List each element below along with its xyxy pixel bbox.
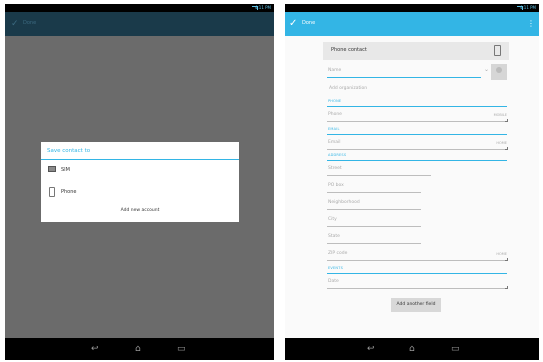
option-phone-label: Phone bbox=[61, 189, 77, 195]
status-time: 4:11 PM bbox=[519, 5, 536, 10]
status-bar: 4:11 PM bbox=[285, 4, 539, 12]
save-contact-dialog: Save contact to SIM Phone Add new accoun… bbox=[41, 142, 239, 222]
action-bar: ✓ Done bbox=[5, 12, 274, 36]
section-email: EMAIL bbox=[327, 127, 507, 135]
add-organization-link[interactable]: Add organization bbox=[329, 86, 367, 91]
dialog-title: Save contact to bbox=[47, 148, 91, 154]
name-field[interactable]: Name ⌄ bbox=[327, 66, 489, 78]
events-placeholder: Date bbox=[328, 279, 339, 284]
dropdown-corner-icon bbox=[505, 119, 508, 122]
done-label[interactable]: Done bbox=[302, 20, 315, 26]
name-placeholder: Name bbox=[328, 68, 342, 73]
email-placeholder: Email bbox=[328, 140, 341, 145]
account-selector[interactable]: Phone contact bbox=[323, 42, 509, 60]
section-address: ADDRESS bbox=[327, 153, 507, 161]
option-sim-label: SIM bbox=[61, 167, 70, 173]
street-field[interactable]: Street bbox=[327, 164, 431, 176]
dialog-divider bbox=[41, 159, 239, 160]
contact-photo-icon[interactable] bbox=[491, 64, 507, 80]
phone-type-select[interactable]: MOBILE bbox=[494, 113, 507, 117]
section-events-label: EVENTS bbox=[328, 266, 343, 270]
email-type-select[interactable]: HOME bbox=[496, 141, 507, 145]
action-bar: ✓ Done ⋮ bbox=[285, 12, 539, 36]
expand-icon[interactable]: ⌄ bbox=[484, 66, 489, 73]
home-icon[interactable]: ⌂ bbox=[409, 344, 415, 354]
status-time: 4:11 PM bbox=[254, 5, 271, 10]
recent-apps-icon[interactable]: ▭ bbox=[451, 344, 460, 354]
city-placeholder: City bbox=[328, 217, 337, 222]
email-field[interactable]: Email HOME bbox=[327, 138, 508, 150]
section-address-label: ADDRESS bbox=[328, 153, 347, 157]
overflow-menu-icon[interactable]: ⋮ bbox=[527, 19, 535, 28]
address-type-select[interactable]: HOME bbox=[496, 252, 507, 256]
street-placeholder: Street bbox=[328, 166, 342, 171]
section-events: EVENTS bbox=[327, 266, 507, 274]
section-email-label: EMAIL bbox=[328, 127, 340, 131]
zip-code-placeholder: ZIP code bbox=[328, 251, 348, 256]
add-another-field-button[interactable]: Add another field bbox=[391, 298, 441, 312]
state-placeholder: State bbox=[328, 234, 340, 239]
add-new-account-button[interactable]: Add new account bbox=[41, 208, 239, 213]
po-box-placeholder: PO box bbox=[328, 183, 344, 188]
right-tablet-screen: 4:11 PM ✓ Done ⋮ Phone contact Name ⌄ Ad… bbox=[285, 4, 539, 360]
status-bar: 4:11 PM bbox=[5, 4, 274, 12]
sim-card-icon bbox=[48, 166, 56, 172]
done-check-icon[interactable]: ✓ bbox=[289, 18, 297, 29]
recent-apps-icon[interactable]: ▭ bbox=[177, 344, 186, 354]
option-sim[interactable]: SIM bbox=[41, 162, 239, 180]
section-phone: PHONE bbox=[327, 99, 507, 107]
done-label[interactable]: Done bbox=[23, 20, 36, 26]
neighborhood-field[interactable]: Neighborhood bbox=[327, 198, 421, 210]
done-check-icon[interactable]: ✓ bbox=[11, 19, 19, 29]
option-phone[interactable]: Phone bbox=[41, 184, 239, 202]
phone-icon bbox=[49, 187, 55, 197]
back-icon[interactable]: ↩ bbox=[367, 344, 375, 354]
back-icon[interactable]: ↩ bbox=[91, 344, 99, 354]
left-tablet-screen: 4:11 PM ✓ Done Save contact to SIM Phone… bbox=[5, 4, 274, 360]
add-another-field-label: Add another field bbox=[396, 302, 436, 307]
navigation-bar: ↩ ⌂ ▭ bbox=[5, 338, 274, 360]
phone-icon bbox=[494, 45, 501, 56]
events-field[interactable]: Date bbox=[327, 277, 508, 289]
city-field[interactable]: City bbox=[327, 215, 421, 227]
account-label: Phone contact bbox=[331, 47, 367, 53]
home-icon[interactable]: ⌂ bbox=[135, 344, 141, 354]
dropdown-corner-icon bbox=[505, 147, 508, 150]
navigation-bar: ↩ ⌂ ▭ bbox=[285, 338, 539, 360]
state-field[interactable]: State bbox=[327, 232, 421, 244]
phone-field[interactable]: Phone MOBILE bbox=[327, 110, 508, 122]
phone-placeholder: Phone bbox=[328, 112, 342, 117]
zip-code-field[interactable]: ZIP code HOME bbox=[327, 249, 508, 261]
po-box-field[interactable]: PO box bbox=[327, 181, 421, 193]
section-phone-label: PHONE bbox=[328, 99, 342, 103]
dropdown-corner-icon bbox=[505, 286, 508, 289]
dropdown-corner-icon bbox=[505, 258, 508, 261]
neighborhood-placeholder: Neighborhood bbox=[328, 200, 360, 205]
